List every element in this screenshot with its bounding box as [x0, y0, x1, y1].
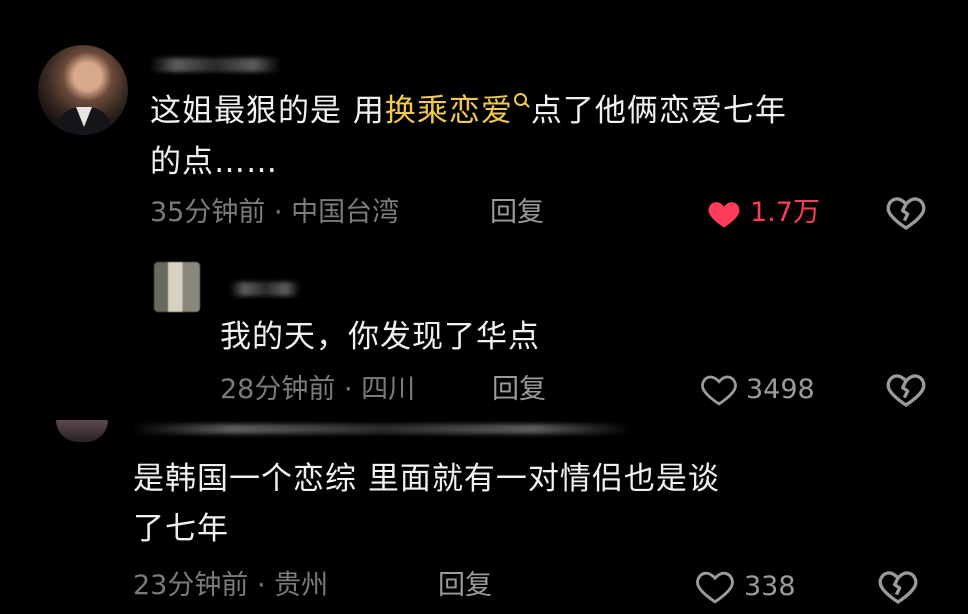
comment-text: 是韩国一个恋综 里面就有一对情侣也是谈 — [133, 461, 720, 497]
like-count: 338 — [744, 571, 796, 602]
comment-text-part: 这姐最狠的是 用 — [150, 93, 385, 129]
reply-button[interactable]: 回复 — [492, 373, 546, 407]
like-count: 1.7万 — [750, 197, 820, 228]
like-button[interactable]: 1.7万 — [706, 196, 820, 230]
avatar[interactable] — [56, 420, 108, 442]
like-count: 3498 — [746, 374, 815, 405]
comment-text-line2: 了七年 — [133, 511, 229, 547]
broken-heart-icon[interactable] — [886, 370, 926, 410]
avatar[interactable] — [154, 262, 200, 312]
comment-text-part: 点了他俩恋爱七年 — [530, 93, 787, 129]
like-button[interactable]: 338 — [694, 569, 796, 605]
comment-meta: 35分钟前 · 中国台湾 — [150, 197, 400, 228]
reply-button[interactable]: 回复 — [438, 569, 492, 603]
comment-text-line2: 的点…… — [150, 144, 278, 180]
comment-meta: 23分钟前 · 贵州 — [133, 570, 329, 601]
heart-filled-icon — [708, 202, 740, 228]
broken-heart-icon[interactable] — [886, 193, 926, 233]
username-blurred[interactable] — [132, 424, 632, 434]
avatar[interactable] — [38, 45, 128, 135]
search-icon[interactable] — [513, 89, 531, 117]
search-link-text[interactable]: 换乘恋爱 — [385, 93, 513, 129]
comment-meta: 28分钟前 · 四川 — [220, 374, 416, 405]
like-button[interactable]: 3498 — [700, 373, 815, 407]
username-blurred[interactable] — [150, 58, 280, 72]
heart-outline-icon — [696, 571, 734, 604]
comment-text: 我的天，你发现了华点 — [220, 319, 540, 355]
comment-text: 这姐最狠的是 用换乘恋爱 点了他俩恋爱七年 — [150, 89, 787, 133]
reply-button[interactable]: 回复 — [490, 196, 544, 230]
username-blurred[interactable] — [230, 282, 300, 296]
broken-heart-icon[interactable] — [878, 567, 918, 607]
heart-outline-icon — [701, 375, 737, 406]
